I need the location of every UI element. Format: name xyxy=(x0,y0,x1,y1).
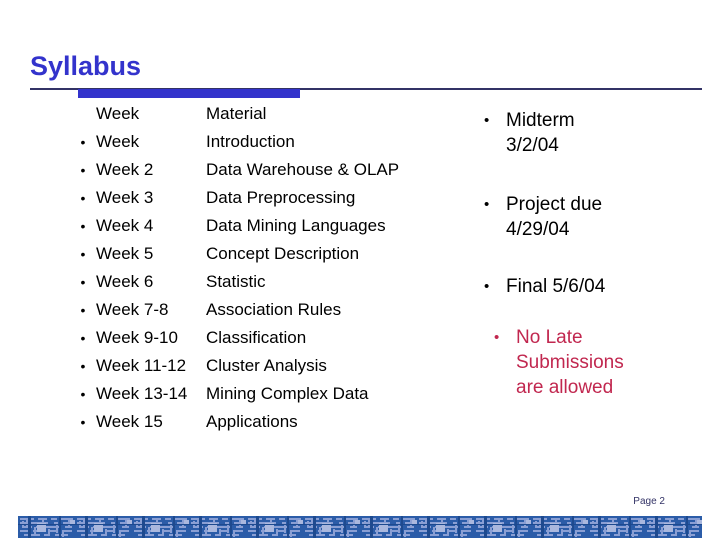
schedule-row: • Week 13-14 Mining Complex Data xyxy=(70,380,490,408)
schedule-header-row: Week Material xyxy=(70,100,490,128)
circuit-pattern-icon xyxy=(18,516,702,538)
key-date-text: Final 5/6/04 xyxy=(506,274,712,299)
schedule-week: Week 13-14 xyxy=(96,384,188,403)
schedule-row: • Week 6 Statistic xyxy=(70,268,490,296)
bullet-icon: • xyxy=(80,414,86,430)
key-date-text: Midterm 3/2/04 xyxy=(506,108,712,158)
schedule-week: Week 2 xyxy=(96,160,154,179)
schedule-material: Data Warehouse & OLAP xyxy=(206,160,400,179)
bullet-icon: • xyxy=(80,330,86,346)
key-date-line-3: are allowed xyxy=(516,377,614,398)
schedule-week: Week 4 xyxy=(96,216,154,235)
bullet-icon: • xyxy=(80,302,86,318)
schedule-row: • Week 2 Data Warehouse & OLAP xyxy=(70,156,490,184)
column-header-week: Week xyxy=(96,104,140,123)
schedule-week: Week 15 xyxy=(96,412,163,431)
slide: Syllabus Week Material • Week Introducti… xyxy=(0,0,720,540)
key-date-text: No Late Submissions are allowed xyxy=(516,325,712,400)
schedule-row: • Week 7-8 Association Rules xyxy=(70,296,490,324)
key-date-text: Project due 4/29/04 xyxy=(506,192,712,242)
bullet-icon: • xyxy=(80,218,86,234)
key-date-line-1: Project due xyxy=(506,194,603,215)
bullet-icon: • xyxy=(494,329,500,346)
key-date-line-2: 4/29/04 xyxy=(506,219,570,240)
footer-decorative-circuit-band xyxy=(18,516,702,538)
schedule-material: Statistic xyxy=(206,272,266,291)
column-header-material: Material xyxy=(206,104,267,123)
schedule-row: • Week 9-10 Classification xyxy=(70,324,490,352)
schedule-material: Data Preprocessing xyxy=(206,188,356,207)
bullet-icon: • xyxy=(80,246,86,262)
key-dates-list: • Midterm 3/2/04 • Project due 4/29/04 •… xyxy=(482,108,712,426)
schedule-row: • Week 4 Data Mining Languages xyxy=(70,212,490,240)
title-divider-accent-bar xyxy=(78,89,300,98)
bullet-icon: • xyxy=(80,162,86,178)
schedule-week: Week 9-10 xyxy=(96,328,178,347)
key-date-line-1: No Late xyxy=(516,327,583,348)
schedule-week: Week 3 xyxy=(96,188,154,207)
bullet-icon: • xyxy=(80,190,86,206)
schedule-row: • Week 5 Concept Description xyxy=(70,240,490,268)
schedule-week: Week xyxy=(96,132,140,151)
schedule-week: Week 5 xyxy=(96,244,154,263)
schedule-material: Applications xyxy=(206,412,298,431)
schedule-material: Cluster Analysis xyxy=(206,356,327,375)
bullet-icon: • xyxy=(80,386,86,402)
page-title: Syllabus xyxy=(30,51,142,81)
schedule-week: Week 6 xyxy=(96,272,154,291)
key-date-line-2: Submissions xyxy=(516,352,624,373)
schedule-row: • Week 15 Applications xyxy=(70,408,490,436)
schedule-week: Week 7-8 xyxy=(96,300,169,319)
key-date-item-no-late-submissions: • No Late Submissions are allowed xyxy=(492,325,712,400)
schedule-row: • Week 3 Data Preprocessing xyxy=(70,184,490,212)
page-number: Page 2 xyxy=(633,496,665,507)
schedule-row: • Week Introduction xyxy=(70,128,490,156)
key-date-line-2: 3/2/04 xyxy=(506,135,559,156)
bullet-icon: • xyxy=(80,134,86,150)
schedule-material: Association Rules xyxy=(206,300,342,319)
schedule-material: Classification xyxy=(206,328,307,347)
schedule-material: Concept Description xyxy=(206,244,360,263)
bullet-icon: • xyxy=(484,278,490,295)
key-date-item-project-due: • Project due 4/29/04 xyxy=(482,192,712,242)
schedule-row: • Week 11-12 Cluster Analysis xyxy=(70,352,490,380)
schedule-material: Introduction xyxy=(206,132,295,151)
bullet-icon: • xyxy=(484,112,490,129)
key-date-item-final: • Final 5/6/04 xyxy=(482,274,712,299)
schedule-week: Week 11-12 xyxy=(96,356,187,375)
key-date-item-midterm: • Midterm 3/2/04 xyxy=(482,108,712,158)
schedule-material: Mining Complex Data xyxy=(206,384,369,403)
key-date-line-1: Final 5/6/04 xyxy=(506,276,606,297)
bullet-icon: • xyxy=(80,274,86,290)
syllabus-schedule-list: Week Material • Week Introduction • Week… xyxy=(70,100,490,436)
schedule-material: Data Mining Languages xyxy=(206,216,386,235)
key-date-line-1: Midterm xyxy=(506,110,575,131)
bullet-icon: • xyxy=(484,196,490,213)
bullet-icon: • xyxy=(80,358,86,374)
